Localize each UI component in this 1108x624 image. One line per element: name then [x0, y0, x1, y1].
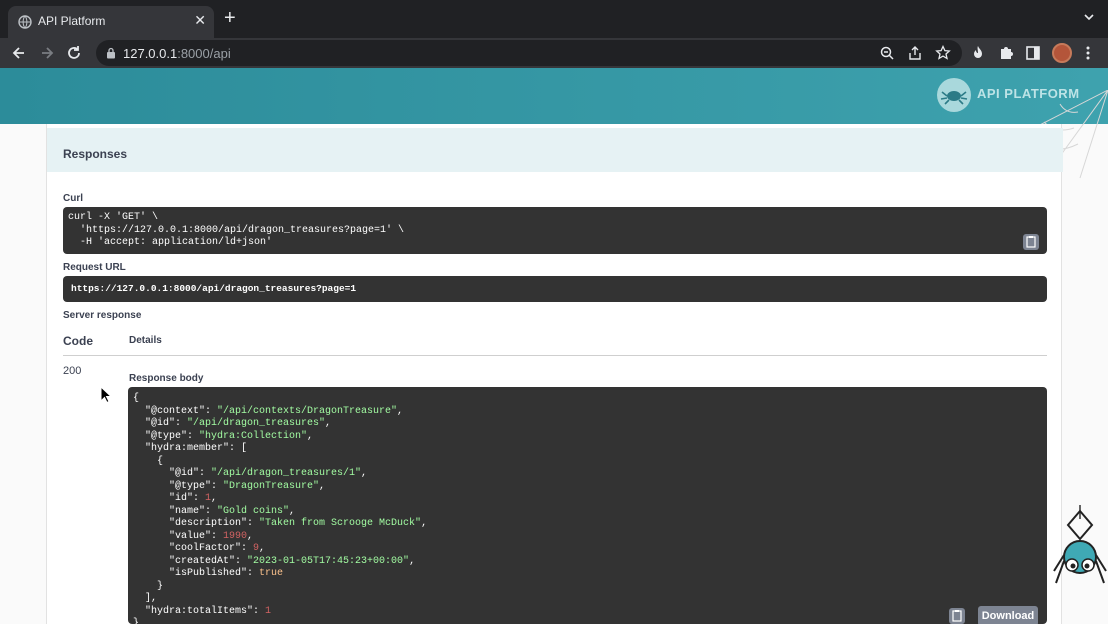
browser-toolbar: 127.0.0.1:8000/api [0, 38, 1108, 68]
new-tab-button[interactable]: + [224, 8, 236, 28]
curl-code-block[interactable]: curl -X 'GET' \ 'https://127.0.0.1:8000/… [63, 207, 1047, 254]
flame-extension-icon[interactable] [970, 45, 986, 61]
chevron-down-icon[interactable] [1084, 12, 1094, 22]
status-code: 200 [63, 365, 82, 377]
server-response-label: Server response [63, 310, 142, 321]
mouse-cursor-icon [100, 386, 112, 404]
browser-tab-strip: API Platform ✕ + [0, 0, 1108, 38]
response-body-block[interactable]: { "@context": "/api/contexts/DragonTreas… [128, 387, 1047, 624]
curl-command: curl -X 'GET' \ 'https://127.0.0.1:8000/… [68, 212, 405, 248]
request-url-label: Request URL [63, 262, 126, 273]
more-menu-icon[interactable] [1086, 46, 1090, 60]
table-divider [63, 355, 1047, 356]
responses-title: Responses [63, 147, 128, 161]
spider-mascot-icon [1053, 505, 1107, 584]
url-text: 127.0.0.1:8000/api [123, 46, 231, 61]
browser-tab[interactable]: API Platform ✕ [8, 6, 214, 38]
download-button[interactable]: Download [978, 606, 1038, 624]
zoom-icon[interactable] [879, 45, 895, 61]
response-body-label: Response body [129, 373, 204, 384]
forward-arrow-icon[interactable] [37, 43, 57, 63]
responses-section-header: Responses [47, 128, 1063, 172]
code-column-header: Code [63, 334, 93, 348]
copy-curl-button[interactable] [1023, 234, 1039, 250]
puzzle-extensions-icon[interactable] [998, 45, 1014, 61]
request-url-block[interactable]: https://127.0.0.1:8000/api/dragon_treasu… [63, 276, 1047, 302]
details-column-header: Details [129, 335, 162, 346]
clipboard-icon [1026, 236, 1036, 248]
clipboard-icon [952, 610, 962, 622]
app-header: API PLATFORM [0, 68, 1108, 124]
curl-label: Curl [63, 193, 83, 204]
share-icon[interactable] [907, 45, 923, 61]
back-arrow-icon[interactable] [9, 43, 29, 63]
api-operation-panel: Responses Curl curl -X 'GET' \ 'https://… [46, 124, 1063, 624]
lock-icon [107, 47, 115, 59]
reload-icon[interactable] [64, 43, 84, 63]
spider-logo-icon [937, 78, 971, 112]
address-bar[interactable]: 127.0.0.1:8000/api [96, 40, 962, 66]
profile-avatar[interactable] [1052, 43, 1072, 63]
copy-response-button[interactable] [949, 608, 965, 624]
globe-icon [18, 15, 32, 29]
tab-title: API Platform [38, 14, 106, 28]
close-tab-icon[interactable]: ✕ [194, 12, 206, 29]
side-panel-icon[interactable] [1025, 45, 1041, 61]
request-url: https://127.0.0.1:8000/api/dragon_treasu… [71, 283, 357, 294]
bookmark-star-icon[interactable] [935, 45, 951, 61]
